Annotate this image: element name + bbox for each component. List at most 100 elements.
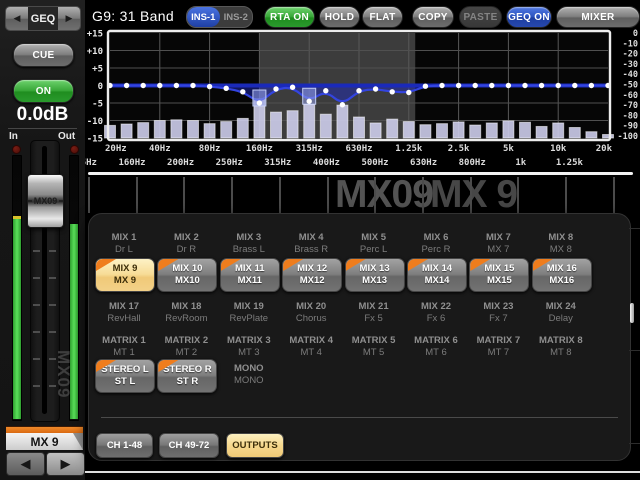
channel-select-mix-1[interactable]: MIX 1Dr L bbox=[93, 232, 155, 256]
band-dot[interactable] bbox=[190, 83, 195, 88]
band-dot[interactable] bbox=[456, 83, 461, 88]
channel-select-mix-9[interactable]: MIX 9MX 9 bbox=[95, 258, 155, 292]
next-channel-button[interactable]: ▶ bbox=[46, 452, 85, 476]
channel-select-mix-7[interactable]: MIX 7MX 7 bbox=[467, 232, 529, 256]
band-dot[interactable] bbox=[224, 86, 229, 91]
band-dot[interactable] bbox=[489, 83, 494, 88]
cue-button[interactable]: CUE bbox=[13, 43, 74, 67]
tab-ins-2[interactable]: INS-2 bbox=[220, 7, 253, 27]
band-dot[interactable] bbox=[340, 102, 345, 107]
band-dot[interactable] bbox=[406, 90, 411, 95]
band-dot[interactable] bbox=[522, 83, 527, 88]
band-dot[interactable] bbox=[373, 86, 378, 91]
band-dot[interactable] bbox=[323, 88, 328, 93]
channel-select-mix-8[interactable]: MIX 8MX 8 bbox=[530, 232, 592, 256]
channel-select-mix-5[interactable]: MIX 5Perc L bbox=[343, 232, 405, 256]
channel-select-mix-21[interactable]: MIX 21Fx 5 bbox=[343, 301, 405, 325]
channel-name-plate[interactable]: MX 9 bbox=[6, 433, 83, 450]
band-dot[interactable] bbox=[589, 83, 594, 88]
on-button[interactable]: ON bbox=[13, 79, 74, 103]
band-dot[interactable] bbox=[539, 83, 544, 88]
band-dot[interactable] bbox=[307, 99, 312, 104]
channel-select-mix-20[interactable]: MIX 20Chorus bbox=[280, 301, 342, 325]
band-select-label[interactable]: 315Hz bbox=[264, 158, 291, 168]
channel-select-matrix-7[interactable]: MATRIX 7MT 7 bbox=[467, 335, 529, 359]
channel-select-mix-12[interactable]: MIX 12MX12 bbox=[282, 258, 342, 292]
channel-select-stereo-r[interactable]: STEREO RST R bbox=[157, 359, 217, 393]
geq-prev-icon[interactable]: ◀ bbox=[6, 7, 28, 30]
channel-select-mix-16[interactable]: MIX 16MX16 bbox=[532, 258, 592, 292]
band-dot[interactable] bbox=[506, 83, 511, 88]
channel-select-stereo-l[interactable]: STEREO LST L bbox=[95, 359, 155, 393]
channel-select-matrix-2[interactable]: MATRIX 2MT 2 bbox=[155, 335, 217, 359]
band-dot[interactable] bbox=[356, 88, 361, 93]
band-select-label[interactable]: 500Hz bbox=[361, 158, 388, 168]
band-dot[interactable] bbox=[390, 89, 395, 94]
channel-select-mono[interactable]: MONOMONO bbox=[218, 363, 280, 387]
band-scroll-indicator[interactable] bbox=[88, 172, 633, 175]
band-dot[interactable] bbox=[157, 83, 162, 88]
channel-select-mix-15[interactable]: MIX 15MX15 bbox=[469, 258, 529, 292]
channel-select-mix-2[interactable]: MIX 2Dr R bbox=[155, 232, 217, 256]
band-dot[interactable] bbox=[273, 86, 278, 91]
band-select-label[interactable]: 630Hz bbox=[410, 158, 437, 168]
band-select-label[interactable]: 250Hz bbox=[216, 158, 243, 168]
channel-select-matrix-5[interactable]: MATRIX 5MT 5 bbox=[343, 335, 405, 359]
channel-select-mix-4[interactable]: MIX 4Brass R bbox=[280, 232, 342, 256]
channel-select-matrix-3[interactable]: MATRIX 3MT 3 bbox=[218, 335, 280, 359]
tab-outputs[interactable]: OUTPUTS bbox=[226, 433, 284, 458]
channel-select-mix-14[interactable]: MIX 14MX14 bbox=[407, 258, 467, 292]
band-dot[interactable] bbox=[423, 84, 428, 89]
band-frequency-scroll-row[interactable]: 125Hz 160Hz 200Hz 250Hz 315Hz 400Hz 500Hz 630Hz… bbox=[85, 156, 640, 170]
tab-ch1-48[interactable]: CH 1-48 bbox=[96, 433, 153, 458]
copy-button[interactable]: COPY bbox=[412, 6, 454, 28]
band-dot[interactable] bbox=[257, 100, 262, 105]
band-dot[interactable] bbox=[572, 83, 577, 88]
band-select-label[interactable]: 200Hz bbox=[167, 158, 194, 168]
tab-ins-1[interactable]: INS-1 bbox=[187, 7, 220, 27]
band-dot[interactable] bbox=[141, 83, 146, 88]
channel-select-mix-17[interactable]: MIX 17RevHall bbox=[93, 301, 155, 325]
channel-select-mix-3[interactable]: MIX 3Brass L bbox=[218, 232, 280, 256]
channel-number: MIX 5 bbox=[343, 232, 405, 244]
prev-channel-button[interactable]: ◀ bbox=[6, 452, 45, 476]
channel-select-matrix-1[interactable]: MATRIX 1MT 1 bbox=[93, 335, 155, 359]
band-select-label[interactable]: 125Hz bbox=[85, 158, 97, 168]
geq-on-button[interactable]: GEQ ON bbox=[506, 6, 552, 28]
band-dot[interactable] bbox=[240, 89, 245, 94]
band-dot[interactable] bbox=[207, 84, 212, 89]
mixer-button[interactable]: MIXER bbox=[556, 6, 640, 28]
channel-select-matrix-4[interactable]: MATRIX 4MT 4 bbox=[280, 335, 342, 359]
band-dot[interactable] bbox=[439, 83, 444, 88]
panel-scrollbar[interactable] bbox=[630, 303, 634, 323]
hold-button[interactable]: HOLD bbox=[319, 6, 360, 28]
band-dot[interactable] bbox=[556, 83, 561, 88]
fader-knob[interactable]: MX09 bbox=[27, 174, 64, 228]
geq-next-icon[interactable]: ▶ bbox=[58, 7, 80, 30]
channel-select-matrix-8[interactable]: MATRIX 8MT 8 bbox=[530, 335, 592, 359]
channel-select-mix-11[interactable]: MIX 11MX11 bbox=[220, 258, 280, 292]
band-select-label[interactable]: 160Hz bbox=[118, 158, 145, 168]
band-dot[interactable] bbox=[473, 83, 478, 88]
flat-button[interactable]: FLAT bbox=[362, 6, 403, 28]
channel-select-mix-23[interactable]: MIX 23Fx 7 bbox=[467, 301, 529, 325]
channel-select-mix-6[interactable]: MIX 6Perc R bbox=[405, 232, 467, 256]
channel-select-matrix-6[interactable]: MATRIX 6MT 6 bbox=[405, 335, 467, 359]
channel-select-mix-10[interactable]: MIX 10MX10 bbox=[157, 258, 217, 292]
channel-select-mix-24[interactable]: MIX 24Delay bbox=[530, 301, 592, 325]
channel-select-mix-19[interactable]: MIX 19RevPlate bbox=[218, 301, 280, 325]
band-dot[interactable] bbox=[124, 83, 129, 88]
band-dot[interactable] bbox=[290, 85, 295, 90]
channel-tag: ST L bbox=[115, 376, 136, 388]
band-select-label[interactable]: 400Hz bbox=[313, 158, 340, 168]
tab-ch49-72[interactable]: CH 49-72 bbox=[159, 433, 219, 458]
rta-on-button[interactable]: RTA ON bbox=[264, 6, 315, 28]
channel-select-mix-13[interactable]: MIX 13MX13 bbox=[345, 258, 405, 292]
band-select-label[interactable]: 1.25k bbox=[556, 158, 583, 168]
band-select-label[interactable]: 800Hz bbox=[459, 158, 486, 168]
band-select-label[interactable]: 1k bbox=[515, 158, 526, 168]
band-dot[interactable] bbox=[174, 83, 179, 88]
channel-select-mix-22[interactable]: MIX 22Fx 6 bbox=[405, 301, 467, 325]
channel-select-mix-18[interactable]: MIX 18RevRoom bbox=[155, 301, 217, 325]
bottom-edge-line bbox=[85, 471, 640, 473]
